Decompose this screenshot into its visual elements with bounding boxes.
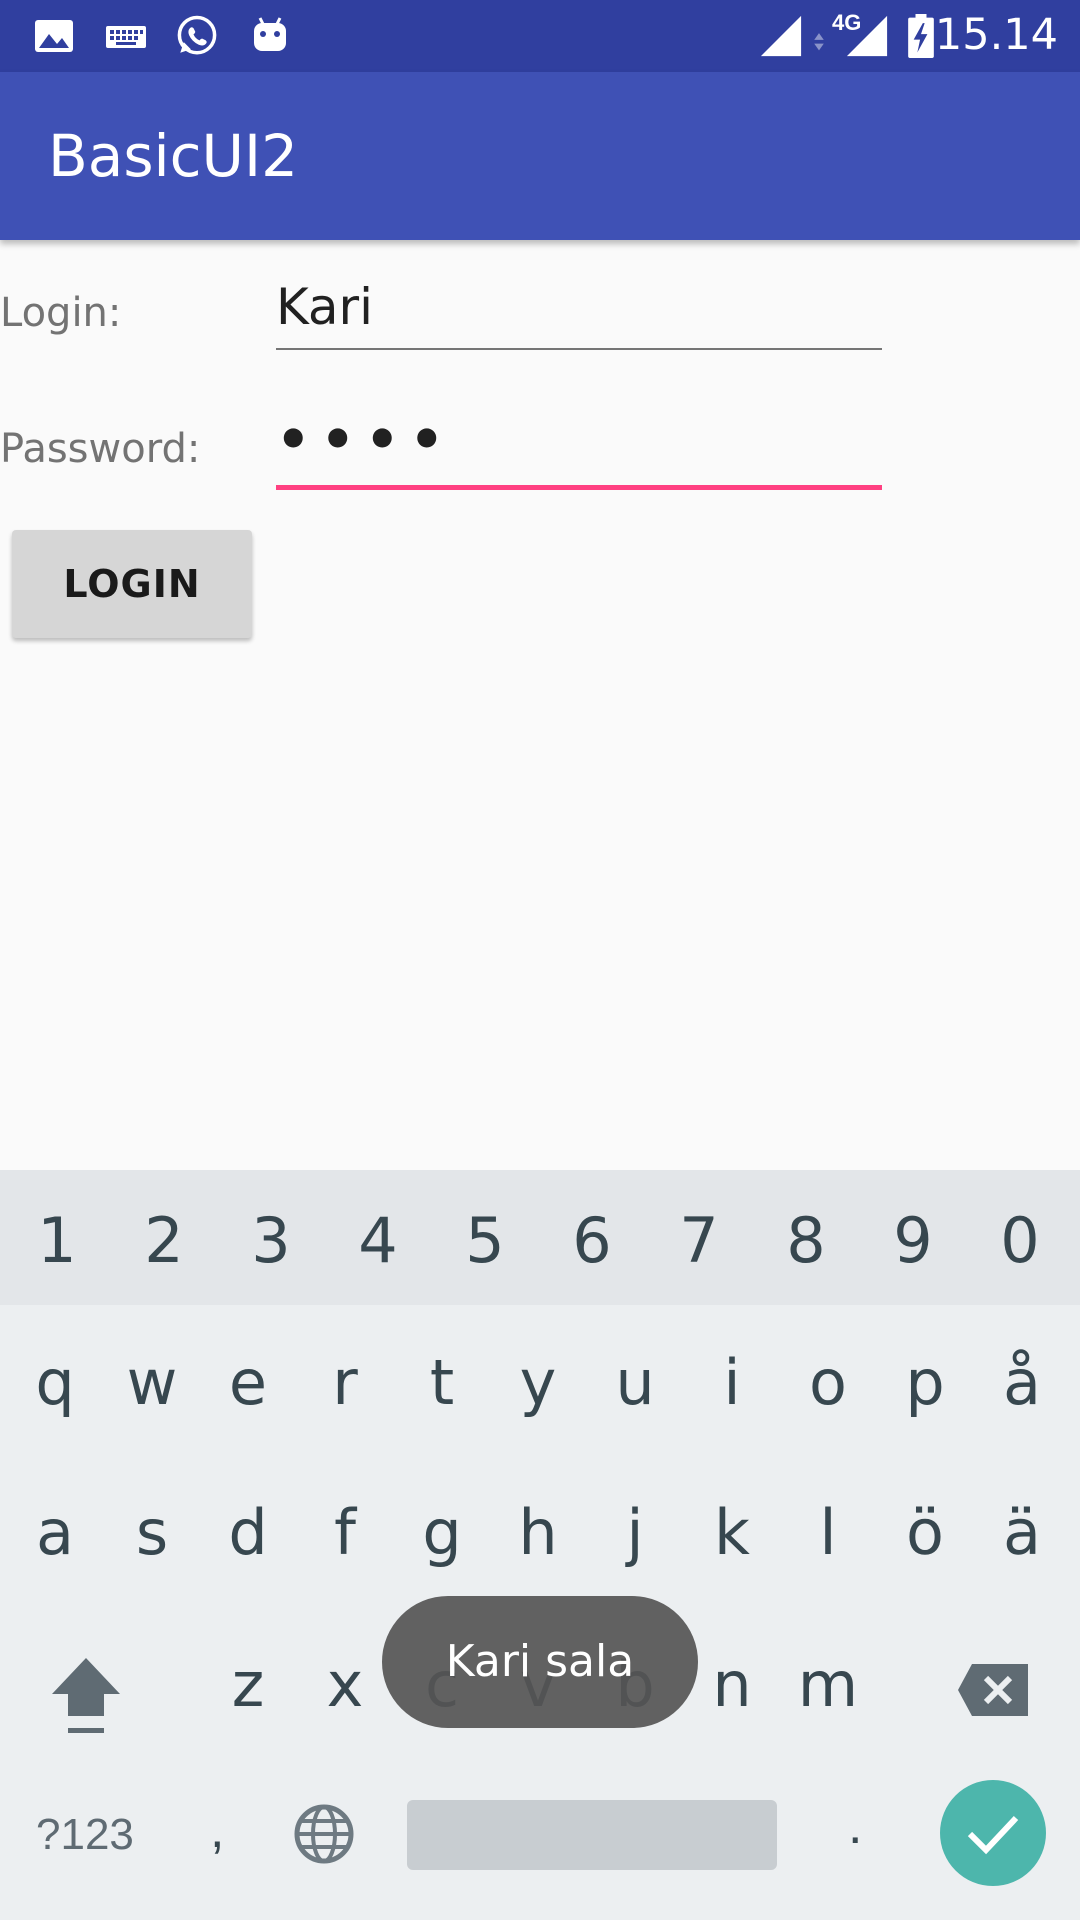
key-2[interactable]: 2 xyxy=(129,1204,199,1277)
key-w[interactable]: w xyxy=(117,1346,187,1419)
backspace-icon[interactable] xyxy=(956,1660,1032,1720)
done-button[interactable] xyxy=(940,1780,1046,1886)
key-t[interactable]: t xyxy=(407,1346,477,1419)
key-q[interactable]: q xyxy=(20,1346,90,1419)
symbols-key[interactable]: ?123 xyxy=(36,1810,134,1860)
toast-message: Kari sala xyxy=(382,1596,698,1728)
login-label: Login: xyxy=(0,290,122,336)
password-label: Password: xyxy=(0,426,201,472)
key-4[interactable]: 4 xyxy=(343,1204,413,1277)
key-h[interactable]: h xyxy=(503,1496,573,1569)
key-z[interactable]: z xyxy=(213,1648,283,1721)
key-e[interactable]: e xyxy=(213,1346,283,1419)
keyboard-icon xyxy=(106,26,146,48)
key-6[interactable]: 6 xyxy=(557,1204,627,1277)
key-s[interactable]: s xyxy=(117,1496,187,1569)
key-o-umlaut[interactable]: ö xyxy=(890,1496,960,1569)
comma-key[interactable]: , xyxy=(210,1800,224,1860)
whatsapp-icon xyxy=(177,15,217,55)
app-bar: BasicUI2 xyxy=(0,72,1080,240)
checkmark-icon xyxy=(967,1815,1019,1855)
globe-icon[interactable] xyxy=(292,1802,356,1866)
login-underline xyxy=(276,348,882,350)
key-a-ring[interactable]: å xyxy=(987,1346,1057,1419)
key-g[interactable]: g xyxy=(407,1496,477,1569)
key-a[interactable]: a xyxy=(20,1496,90,1569)
key-y[interactable]: y xyxy=(503,1346,573,1419)
key-d[interactable]: d xyxy=(213,1496,283,1569)
login-button[interactable]: LOGIN xyxy=(12,530,252,638)
password-input[interactable]: •••• xyxy=(276,408,882,478)
key-r[interactable]: r xyxy=(310,1346,380,1419)
key-o[interactable]: o xyxy=(793,1346,863,1419)
key-x[interactable]: x xyxy=(310,1648,380,1721)
key-3[interactable]: 3 xyxy=(236,1204,306,1277)
data-arrows-icon xyxy=(814,33,824,51)
status-bar: 4G 15.14 xyxy=(0,0,1080,72)
key-1[interactable]: 1 xyxy=(22,1204,92,1277)
android-icon xyxy=(254,17,286,51)
key-j[interactable]: j xyxy=(600,1496,670,1569)
key-0[interactable]: 0 xyxy=(985,1204,1055,1277)
key-i[interactable]: i xyxy=(697,1346,767,1419)
key-9[interactable]: 9 xyxy=(878,1204,948,1277)
key-8[interactable]: 8 xyxy=(771,1204,841,1277)
app-title: BasicUI2 xyxy=(48,122,299,190)
key-a-umlaut[interactable]: ä xyxy=(987,1496,1057,1569)
key-p[interactable]: p xyxy=(890,1346,960,1419)
battery-charging-icon xyxy=(908,14,934,58)
period-key[interactable]: . xyxy=(848,1796,862,1856)
space-bar[interactable] xyxy=(407,1800,777,1870)
shift-icon[interactable] xyxy=(48,1654,124,1746)
key-7[interactable]: 7 xyxy=(664,1204,734,1277)
clock: 15.14 xyxy=(934,10,1058,60)
image-icon xyxy=(35,20,73,52)
key-5[interactable]: 5 xyxy=(450,1204,520,1277)
login-input[interactable] xyxy=(276,272,882,342)
key-k[interactable]: k xyxy=(697,1496,767,1569)
number-row: 1 2 3 4 5 6 7 8 9 0 xyxy=(0,1170,1080,1305)
soft-keyboard: 1 2 3 4 5 6 7 8 9 0 q w e r t y u i o p … xyxy=(0,1170,1080,1920)
key-n[interactable]: n xyxy=(697,1648,767,1721)
signal-icon xyxy=(760,15,802,57)
key-f[interactable]: f xyxy=(310,1496,380,1569)
cell-signal-icon xyxy=(846,15,888,57)
password-underline xyxy=(276,485,882,490)
key-m[interactable]: m xyxy=(793,1648,863,1721)
key-u[interactable]: u xyxy=(600,1346,670,1419)
key-l[interactable]: l xyxy=(793,1496,863,1569)
